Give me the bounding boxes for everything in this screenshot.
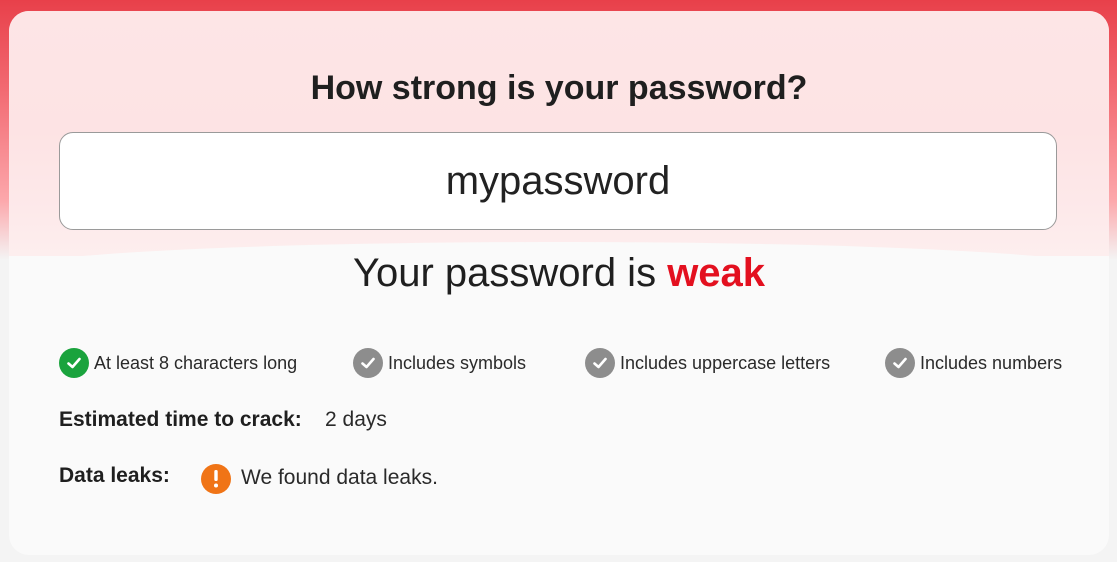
criterion-label: Includes numbers [920,352,1063,373]
page-title: How strong is your password? [310,69,808,107]
warning-icon [201,464,231,494]
criterion-uppercase: Includes uppercase letters [585,347,830,379]
crack-time-label: Estimated time to crack: [59,408,302,431]
crack-time-value: 2 days [325,408,387,431]
criteria-list: At least 8 characters long Includes symb… [59,347,1062,381]
data-leaks-label: Data leaks: [59,464,170,487]
criterion-length: At least 8 characters long [59,347,297,379]
check-circle-icon [353,348,383,378]
password-input[interactable] [59,132,1057,230]
criterion-numbers: Includes numbers [885,347,1062,379]
verdict-prefix: Your password is [352,251,657,295]
strength-verdict: Your password is weak [9,251,1109,296]
check-circle-icon [59,348,89,378]
check-circle-icon [585,348,615,378]
password-checker-card: How strong is your password? Your passwo… [9,11,1109,555]
data-leaks-value: We found data leaks. [241,466,438,489]
criterion-label: At least 8 characters long [94,352,298,373]
strength-value: weak [667,251,766,295]
criterion-symbols: Includes symbols [353,347,526,379]
criterion-label: Includes symbols [388,352,527,373]
check-circle-icon [885,348,915,378]
criterion-label: Includes uppercase letters [620,352,831,373]
